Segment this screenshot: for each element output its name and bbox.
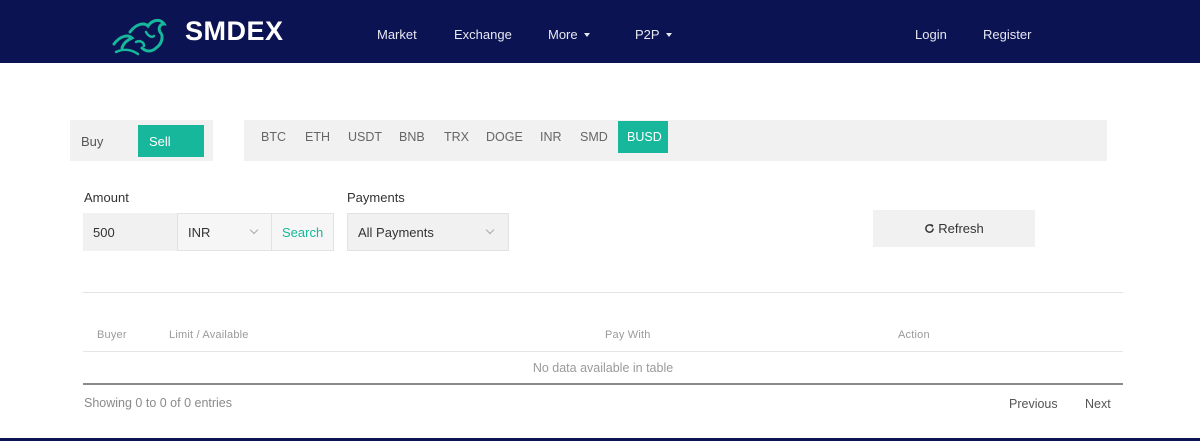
top-nav-bar: SMDEX Market Exchange More P2P Login Reg… <box>0 0 1200 63</box>
chevron-down-icon <box>485 225 495 235</box>
sell-tab[interactable]: Sell <box>138 125 204 157</box>
coin-tab-usdt[interactable]: USDT <box>348 130 382 144</box>
payments-select[interactable]: All Payments <box>347 213 509 251</box>
coin-tab-doge[interactable]: DOGE <box>486 130 523 144</box>
coin-tab-inr[interactable]: INR <box>540 130 562 144</box>
coin-tab-busd[interactable]: BUSD <box>618 121 668 153</box>
payments-label: Payments <box>347 190 405 205</box>
column-header-pay-with[interactable]: Pay With <box>605 329 651 341</box>
coin-tab-bnb[interactable]: BNB <box>399 130 425 144</box>
previous-button[interactable]: Previous <box>1009 397 1058 411</box>
column-header-action[interactable]: Action <box>898 329 930 341</box>
table-info: Showing 0 to 0 of 0 entries <box>84 396 233 410</box>
login-label: Login <box>915 27 947 42</box>
coin-tab-btc[interactable]: BTC <box>261 130 286 144</box>
coin-tab-eth[interactable]: ETH <box>305 130 330 144</box>
currency-select[interactable]: INR <box>177 213 272 251</box>
brand-name[interactable]: SMDEX <box>185 16 284 47</box>
login-link[interactable]: Login <box>915 27 947 42</box>
buy-tab[interactable]: Buy <box>81 134 103 149</box>
nav-market[interactable]: Market <box>377 27 417 42</box>
nav-exchange[interactable]: Exchange <box>454 27 512 42</box>
nav-more[interactable]: More <box>548 27 590 42</box>
caret-down-icon <box>665 32 672 37</box>
chevron-down-icon <box>249 225 259 235</box>
coin-tab-trx[interactable]: TRX <box>444 130 469 144</box>
register-link[interactable]: Register <box>983 27 1031 42</box>
payments-value: All Payments <box>358 225 434 240</box>
nav-exchange-label: Exchange <box>454 27 512 42</box>
register-label: Register <box>983 27 1032 42</box>
search-button[interactable]: Search <box>271 213 334 251</box>
section-divider <box>83 292 1123 293</box>
coin-tab-smd[interactable]: SMD <box>580 130 608 144</box>
currency-value: INR <box>188 225 211 240</box>
nav-p2p-label: P2P <box>635 27 660 42</box>
next-button[interactable]: Next <box>1085 397 1111 411</box>
table-header-border <box>83 351 1123 352</box>
amount-input[interactable] <box>83 213 178 251</box>
caret-down-icon <box>583 32 590 37</box>
refresh-icon <box>925 223 935 233</box>
refresh-label: Refresh <box>938 221 984 236</box>
refresh-button[interactable]: Refresh <box>873 210 1035 247</box>
lion-logo-icon[interactable] <box>108 12 172 56</box>
nav-more-label: More <box>548 27 578 42</box>
nav-p2p[interactable]: P2P <box>635 27 672 42</box>
column-header-buyer[interactable]: Buyer <box>97 329 127 341</box>
table-empty-message: No data available in table <box>532 361 674 375</box>
table-bottom-border <box>83 383 1123 385</box>
amount-label: Amount <box>84 190 129 205</box>
nav-market-label: Market <box>377 27 417 42</box>
column-header-limit[interactable]: Limit / Available <box>169 329 249 341</box>
